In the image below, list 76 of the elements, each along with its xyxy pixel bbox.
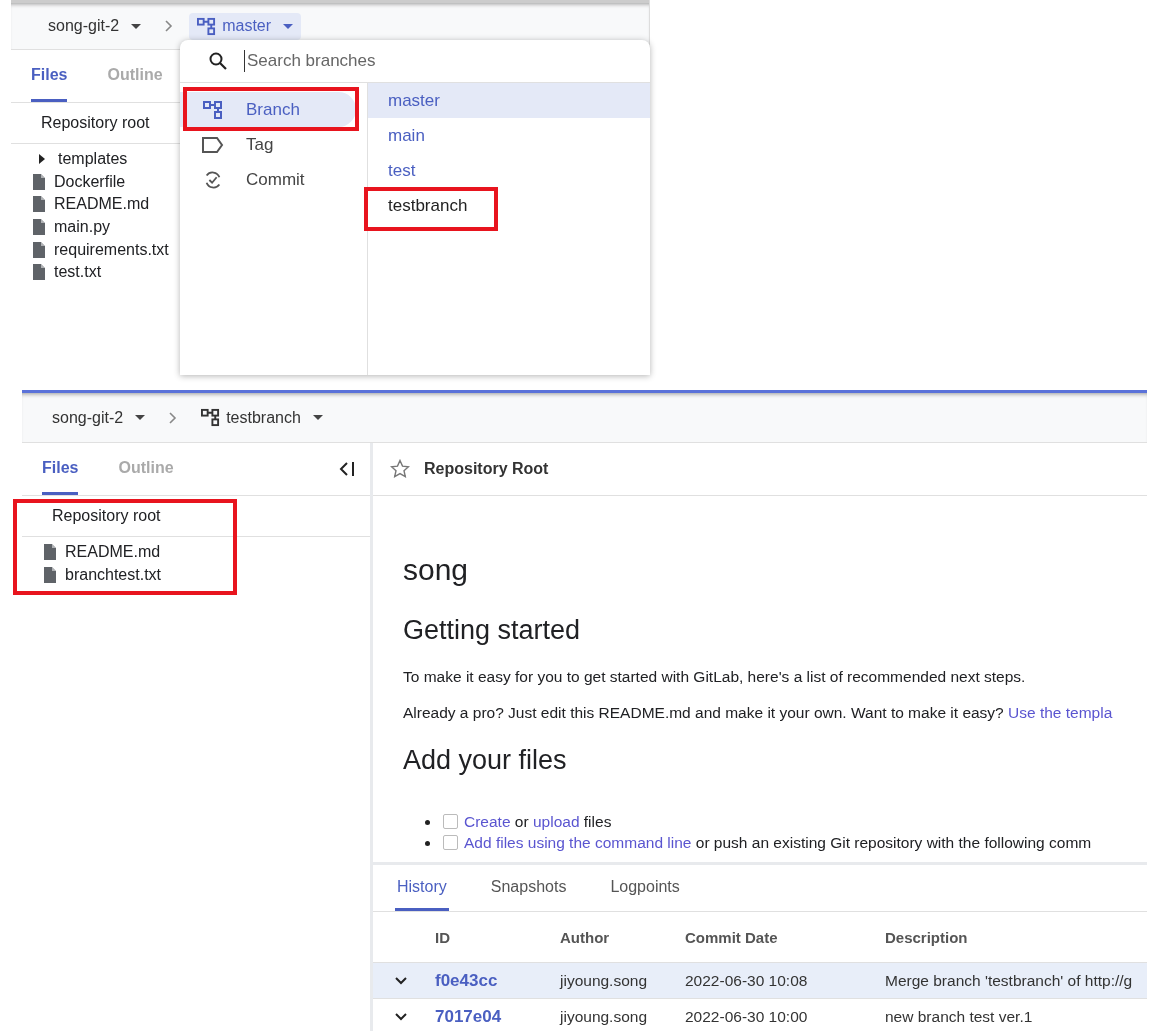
- branch-icon: [197, 16, 217, 36]
- chevron-icon: [165, 20, 174, 32]
- document-title: Repository Root: [424, 460, 549, 478]
- file-icon: [33, 173, 45, 190]
- column-header: ID: [435, 928, 451, 946]
- column-header: Author: [560, 928, 611, 946]
- task-item-text: Create or upload files: [464, 812, 612, 832]
- list-option[interactable]: testbranch: [368, 188, 650, 223]
- readme-title: song: [403, 553, 470, 588]
- file-tree-item[interactable]: test.txt: [33, 260, 102, 284]
- list-option[interactable]: test: [368, 153, 650, 188]
- file-tree-item[interactable]: requirements.txt: [33, 238, 169, 261]
- file-tree-item[interactable]: templates: [33, 148, 128, 171]
- column-header: Description: [885, 928, 969, 946]
- project-selector[interactable]: song-git-2: [44, 404, 154, 431]
- caret-icon: [283, 23, 294, 29]
- readme-link[interactable]: upload: [532, 813, 580, 830]
- collapse-icon[interactable]: [338, 461, 356, 477]
- sidebar-tab[interactable]: Files: [42, 443, 79, 495]
- branch-selector[interactable]: master: [189, 12, 302, 40]
- readme-heading: Add your files: [403, 745, 568, 777]
- branch-selector[interactable]: testbranch: [193, 404, 331, 431]
- table-cell-text: jiyoung.song: [560, 1007, 649, 1026]
- readme-paragraph: Already a pro? Just edit this README.md and make it your own. Want to make it easy? Use the templa: [403, 703, 1114, 723]
- branch-icon: [201, 408, 221, 427]
- readme-link[interactable]: Add files using the command line: [464, 834, 692, 851]
- ref-type-item[interactable]: Commit: [180, 162, 356, 197]
- search-icon: [208, 51, 228, 71]
- expand-icon[interactable]: [395, 976, 407, 985]
- caret-icon: [312, 415, 323, 420]
- repository-root-label: Repository root: [41, 114, 150, 132]
- list-option[interactable]: master: [368, 83, 650, 118]
- file-icon: [33, 241, 45, 258]
- table-cell-text: 2022-06-30 10:08: [685, 971, 809, 990]
- ref-type-item[interactable]: Tag: [180, 127, 356, 162]
- file-icon: [33, 219, 45, 236]
- file-tree-item[interactable]: main.py: [33, 215, 111, 239]
- task-checkbox[interactable]: [443, 814, 458, 829]
- panel-tab[interactable]: History: [395, 865, 449, 911]
- branch-icon: [202, 99, 224, 120]
- column-header: Commit Date: [685, 928, 779, 946]
- commit-id-link[interactable]: 7017e04: [435, 1006, 560, 1027]
- tag-icon: [202, 134, 224, 155]
- commit-id-link[interactable]: f0e43cc: [435, 970, 560, 991]
- file-tree-item[interactable]: branchtest.txt: [44, 563, 162, 587]
- commit-row[interactable]: 7017e04 jiyoung.song 2022-06-30 10:00 new branch test ver.1: [373, 999, 1147, 1031]
- commit-row[interactable]: f0e43cc jiyoung.song 2022-06-30 10:08 Merge branch 'testbranch' of http://g: [373, 963, 1147, 999]
- readme-heading: Getting started: [403, 615, 582, 647]
- file-icon: [33, 264, 45, 281]
- task-item-text: Add files using the command line or push an existing Git repository with the following comm: [464, 833, 1092, 853]
- expand-icon[interactable]: [395, 1012, 407, 1021]
- table-cell-text: 2022-06-30 10:00: [685, 1007, 809, 1026]
- caret-icon: [135, 415, 146, 420]
- star-icon[interactable]: [390, 459, 410, 479]
- table-cell-text: Merge branch 'testbranch' of http://g: [885, 971, 1134, 990]
- repository-root-label: Repository root: [52, 507, 161, 525]
- file-tree-item[interactable]: Dockerfile: [33, 170, 126, 194]
- file-icon: [44, 566, 56, 583]
- project-selector[interactable]: song-git-2: [40, 13, 150, 39]
- table-cell-text: jiyoung.song: [560, 971, 649, 990]
- task-checkbox[interactable]: [443, 835, 458, 850]
- readme-paragraph: To make it easy for you to get started with GitLab, here's a list of recommended next steps.: [403, 667, 1027, 687]
- table-cell-text: new branch test ver.1: [885, 1007, 1034, 1026]
- readme-link[interactable]: Create: [464, 813, 511, 830]
- ref-type-item[interactable]: Branch: [180, 92, 356, 127]
- panel-tab[interactable]: Snapshots: [488, 865, 569, 911]
- file-tree-item[interactable]: README.md: [44, 541, 161, 564]
- chevron-icon: [169, 411, 178, 424]
- file-tree-item[interactable]: README.md: [33, 193, 150, 216]
- sidebar-tab[interactable]: Files: [31, 50, 68, 102]
- list-option[interactable]: main: [368, 118, 650, 153]
- panel-tab[interactable]: Logpoints: [608, 865, 682, 911]
- caret-icon: [131, 23, 142, 29]
- file-icon: [33, 196, 45, 213]
- readme-link[interactable]: Use the templa: [1008, 704, 1113, 721]
- file-icon: [44, 544, 56, 561]
